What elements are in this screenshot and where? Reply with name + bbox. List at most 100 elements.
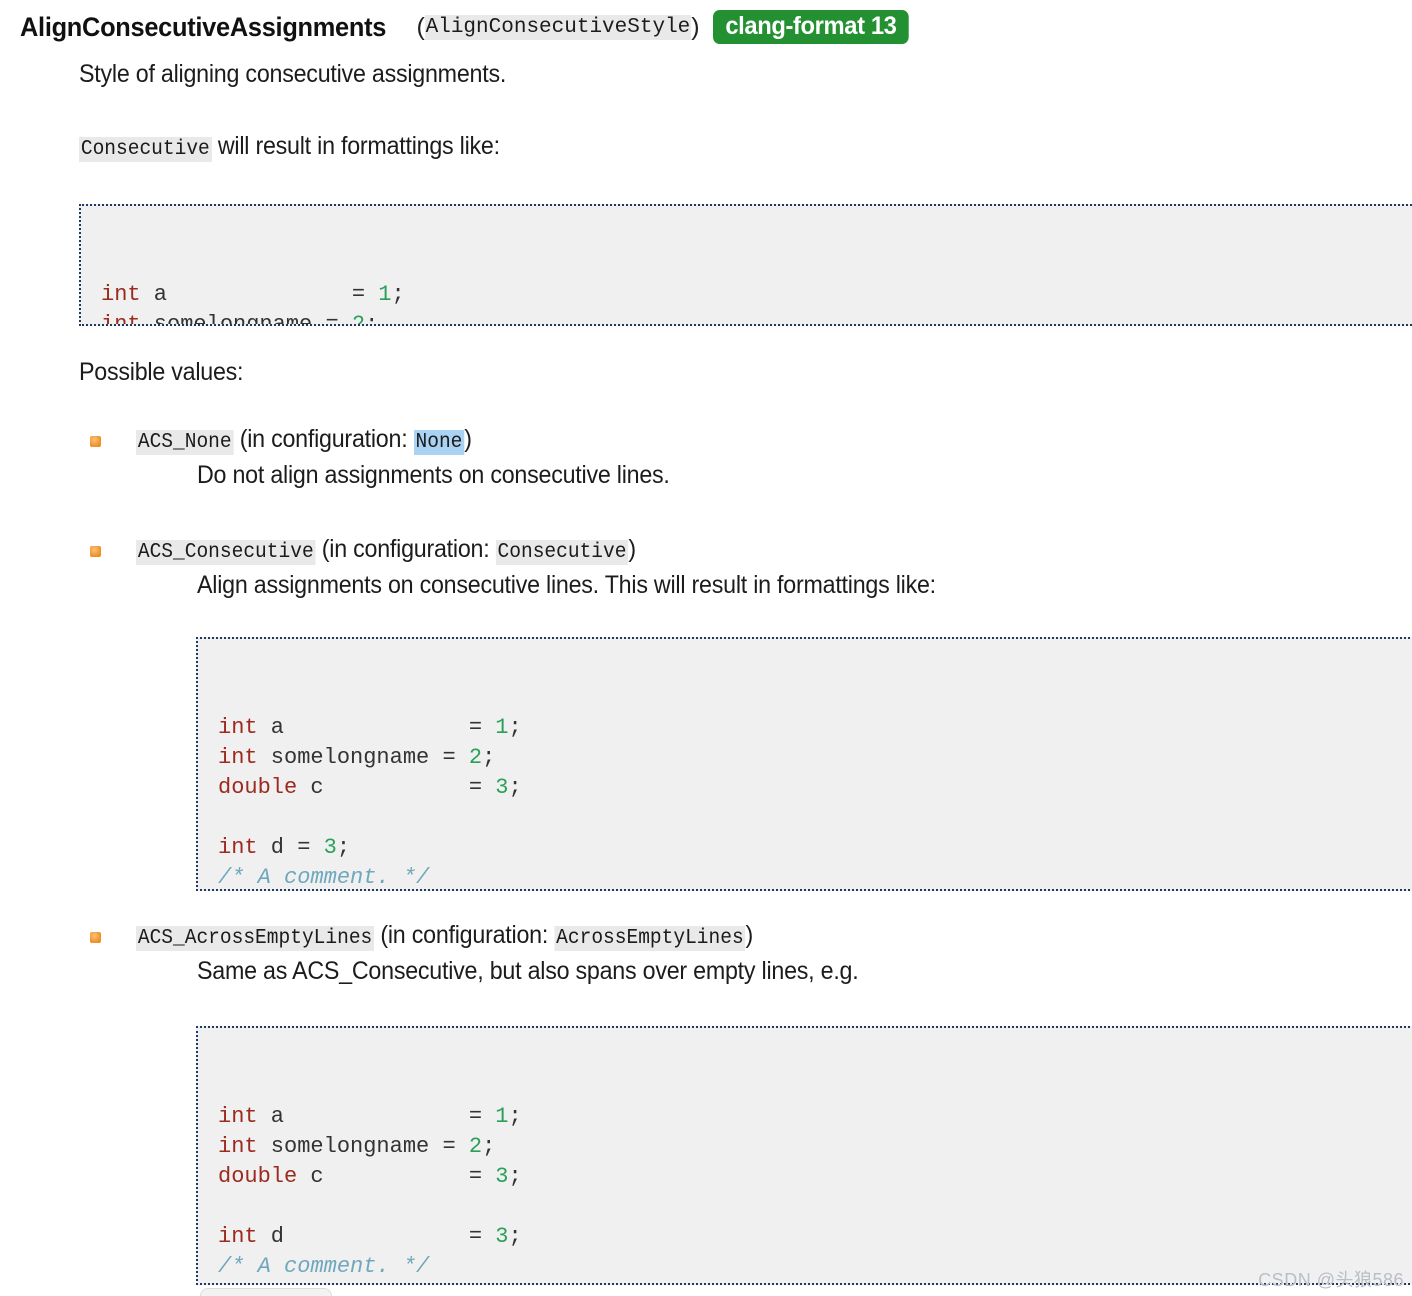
code-token: 4	[363, 1284, 376, 1285]
code-token: double	[218, 1164, 298, 1189]
code-token: somelongname	[257, 745, 443, 770]
code-token: c	[297, 775, 469, 800]
code-token: int	[218, 1104, 258, 1129]
config-prefix: (in configuration:	[239, 425, 414, 453]
code-token: d	[257, 1224, 469, 1249]
config-value-code: Consecutive	[495, 540, 629, 565]
code-line: double c = 3;	[218, 1162, 1412, 1192]
code-token: int	[218, 835, 258, 860]
code-line: /* A comment. */	[218, 1252, 1412, 1282]
config-suffix: )	[628, 535, 636, 563]
code-token: =	[468, 775, 496, 800]
code-line: double c = 3;	[218, 773, 1412, 803]
code-token: ;	[482, 745, 496, 770]
code-block-intro-example: int a = 1;int somelongname = 2;double c …	[79, 204, 1412, 326]
bottom-partial-widget[interactable]	[200, 1288, 332, 1296]
intro-example-lead-text: will result in formattings like:	[211, 132, 500, 160]
list-item-heading: ACS_AcrossEmptyLines (in configuration: …	[136, 921, 753, 951]
code-token: /* A comment. */	[218, 1254, 430, 1279]
code-token: =	[468, 1104, 496, 1129]
bullet-icon	[90, 546, 101, 557]
code-token: ;	[508, 715, 522, 740]
code-token: /* A comment. */	[218, 865, 430, 890]
enum-name-code: ACS_Consecutive	[136, 540, 316, 565]
intro-example-lead: Consecutive will result in formattings l…	[79, 132, 500, 162]
code-line: double e = 4;	[218, 1282, 1412, 1285]
code-token: ;	[391, 282, 405, 307]
title-close-paren: )	[691, 12, 700, 41]
bullet-icon	[90, 436, 101, 447]
code-line: int a = 1;	[218, 713, 1412, 743]
list-item-heading: ACS_None (in configuration: None)	[136, 425, 472, 455]
code-token: ;	[508, 1164, 522, 1189]
code-token: 2	[468, 1134, 483, 1159]
list-item-description: Same as ACS_Consecutive, but also spans …	[197, 957, 859, 985]
code-token: =	[337, 1284, 363, 1285]
code-token: d	[257, 835, 298, 860]
code-token: int	[218, 1224, 258, 1249]
code-token: int	[101, 312, 141, 326]
code-token: 1	[378, 282, 392, 307]
code-token: int	[218, 1134, 258, 1159]
list-item-description: Do not align assignments on consecutive …	[197, 461, 670, 489]
title-open-paren: (	[416, 12, 425, 41]
code-token: 1	[495, 1104, 509, 1129]
code-token: ;	[482, 1134, 496, 1159]
config-prefix: (in configuration:	[321, 535, 496, 563]
code-token: a	[257, 1104, 469, 1129]
code-line: int a = 1;	[218, 1102, 1412, 1132]
code-token: =	[468, 1224, 496, 1249]
code-token: somelongname	[257, 1134, 443, 1159]
status-badge: clang-format 13	[713, 10, 910, 45]
code-token: 3	[495, 1164, 509, 1189]
enum-name-code: ACS_None	[136, 430, 234, 455]
code-token: int	[218, 745, 258, 770]
code-token: ;	[508, 1104, 522, 1129]
code-token: ;	[508, 775, 522, 800]
code-token: a	[140, 282, 352, 307]
watermark: CSDN @头狼586	[1258, 1270, 1404, 1290]
page-title-text: AlignConsecutiveAssignments	[20, 11, 387, 42]
code-token: =	[442, 1134, 469, 1159]
code-line: int d = 3;	[218, 1222, 1412, 1252]
intro-description: Style of aligning consecutive assignment…	[79, 60, 507, 88]
list-item-heading: ACS_Consecutive (in configuration: Conse…	[136, 535, 636, 565]
code-token: 2	[468, 745, 483, 770]
code-token: =	[468, 1164, 496, 1189]
code-token: 3	[495, 775, 509, 800]
code-token: 1	[495, 715, 509, 740]
code-line: int somelongname = 2;	[101, 310, 1412, 326]
doc-page: AlignConsecutiveAssignments ( AlignConse…	[0, 0, 1412, 1296]
code-line: int a = 1;	[101, 280, 1412, 310]
code-line: int somelongname = 2;	[218, 1132, 1412, 1162]
code-token: e	[297, 1284, 337, 1285]
code-token: ;	[365, 312, 379, 326]
page-title: AlignConsecutiveAssignments ( AlignConse…	[20, 10, 920, 45]
code-token: 3	[495, 1224, 509, 1249]
code-token: ;	[336, 835, 351, 860]
code-token: somelongname	[140, 312, 326, 326]
possible-values-label: Possible values:	[79, 358, 244, 386]
code-token: 2	[351, 312, 366, 326]
code-line: int somelongname = 2;	[218, 743, 1412, 773]
code-token: int	[101, 282, 141, 307]
config-prefix: (in configuration:	[380, 921, 555, 949]
code-token: c	[297, 1164, 469, 1189]
enum-name-code: ACS_AcrossEmptyLines	[136, 926, 375, 951]
code-token: double	[218, 775, 298, 800]
code-token: =	[297, 835, 324, 860]
code-token: int	[218, 715, 258, 740]
title-type-code: AlignConsecutiveStyle	[424, 14, 692, 40]
code-line: /* A comment. */	[218, 863, 1412, 890]
code-lines: int a = 1;int somelongname = 2;double c …	[218, 713, 1412, 890]
code-token: a	[257, 715, 469, 740]
code-token: =	[442, 745, 469, 770]
code-token: double	[218, 1284, 297, 1285]
code-block-consecutive-example: int a = 1; int somelongname = 2; double c …	[196, 637, 1412, 891]
list-item-description: Align assignments on consecutive lines. …	[197, 571, 936, 599]
inline-code-consecutive: Consecutive	[79, 137, 212, 162]
config-suffix: )	[464, 425, 472, 453]
config-value-code: None	[413, 430, 465, 455]
